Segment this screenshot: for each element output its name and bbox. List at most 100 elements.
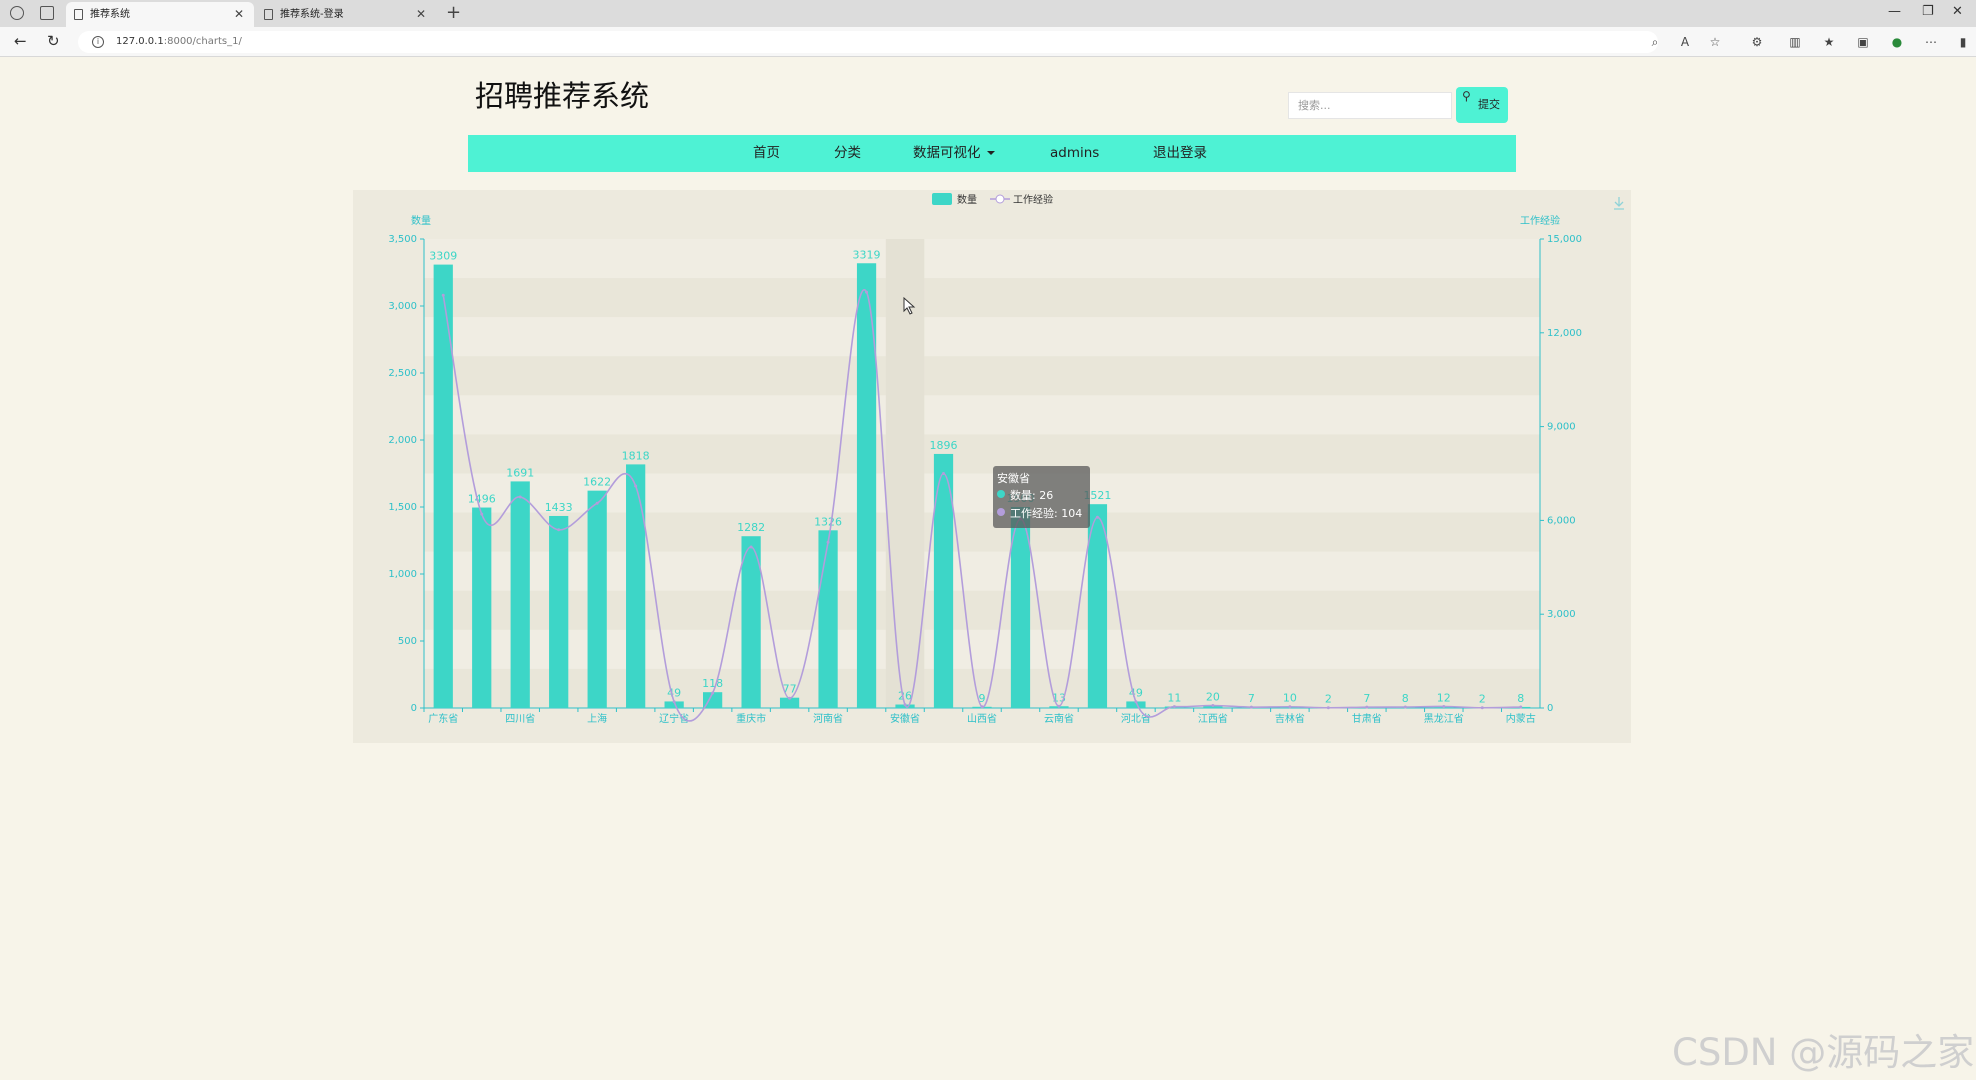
refresh-icon[interactable]: ↻ <box>47 32 60 50</box>
tab-title: 推荐系统-登录 <box>280 9 344 20</box>
y-left-tick-label: 2,500 <box>388 368 417 379</box>
line-point <box>1326 706 1330 710</box>
bar <box>626 464 646 708</box>
security-icon[interactable]: ● <box>1890 35 1904 49</box>
search-submit-button[interactable]: ⚲ 提交 <box>1456 87 1508 123</box>
nav-visualization[interactable]: 数据可视化 <box>913 135 995 172</box>
bar-value-label: 118 <box>702 677 723 690</box>
y-right-tick-label: 3,000 <box>1547 609 1576 620</box>
tooltip-line-marker <box>997 508 1005 516</box>
bar-value-label: 7 <box>1248 692 1255 705</box>
favorite-icon[interactable]: ☆ <box>1708 35 1722 49</box>
collections-icon[interactable]: ▣ <box>1856 35 1870 49</box>
read-aloud-icon[interactable]: A <box>1678 35 1692 49</box>
x-tick-label: 甘肃省 <box>1352 712 1382 725</box>
x-tick-label: 山西省 <box>967 712 997 725</box>
nav-visualization-label: 数据可视化 <box>913 145 981 161</box>
close-window-icon[interactable]: ✕ <box>1952 4 1963 19</box>
line-point <box>595 501 599 505</box>
tooltip-row: 数量: 26 <box>1010 489 1053 502</box>
bar-value-label: 1622 <box>583 476 611 489</box>
line-point <box>1365 705 1369 709</box>
line-point <box>480 512 484 516</box>
x-tick-label: 河北省 <box>1121 712 1151 725</box>
download-icon <box>1614 197 1624 210</box>
line-point <box>634 484 638 488</box>
nav-category[interactable]: 分类 <box>834 135 861 172</box>
bar-value-label: 3319 <box>853 248 881 261</box>
x-tick-label: 安徽省 <box>890 712 920 725</box>
bar-value-label: 8 <box>1517 692 1524 705</box>
split-screen-icon[interactable]: ▥ <box>1788 35 1802 49</box>
x-tick-label: 重庆市 <box>736 712 766 725</box>
bar-value-label: 1896 <box>930 439 958 452</box>
line-point <box>1057 704 1061 708</box>
nav-admins[interactable]: admins <box>1050 135 1099 172</box>
bar-value-label: 8 <box>1402 692 1409 705</box>
line-point <box>518 495 522 499</box>
y-axis-left-title: 数量 <box>411 214 431 227</box>
profile-icon[interactable] <box>10 6 24 20</box>
legend-bar-swatch <box>932 193 952 205</box>
extensions-icon[interactable]: ⚙ <box>1750 35 1764 49</box>
bar-value-label: 1691 <box>506 466 534 479</box>
chevron-down-icon <box>986 151 995 155</box>
sidebar-icon[interactable]: ▮ <box>1956 35 1970 49</box>
bar <box>818 530 838 708</box>
bar <box>549 515 569 708</box>
combo-chart: 数量 工作经验数量 工作经验05001,0001,5002,0002,5003,00… <box>388 193 1624 725</box>
line-point <box>672 700 676 704</box>
nav-home[interactable]: 首页 <box>753 135 780 172</box>
watermark: CSDN @源码之家 <box>1672 1031 1975 1074</box>
line-point <box>1480 706 1484 710</box>
bar-value-label: 49 <box>667 686 681 699</box>
url-field[interactable]: i 127.0.0.1:8000/charts_1/ <box>78 31 1658 53</box>
search-input[interactable]: 搜索... <box>1288 92 1452 119</box>
site-info-icon[interactable]: i <box>92 36 104 48</box>
favorites-list-icon[interactable]: ★ <box>1822 35 1836 49</box>
bar-value-label: 10 <box>1283 692 1297 705</box>
tab-actions-icon[interactable] <box>40 6 54 20</box>
mouse-cursor-icon <box>903 297 916 315</box>
new-tab-icon[interactable]: + <box>446 2 461 24</box>
line-point <box>557 528 561 532</box>
line-point <box>1249 705 1253 709</box>
close-tab-icon[interactable]: ✕ <box>234 2 244 27</box>
y-right-tick-label: 0 <box>1547 703 1553 714</box>
nav-logout[interactable]: 退出登录 <box>1153 135 1207 172</box>
minimize-icon[interactable]: — <box>1888 4 1901 19</box>
search-submit-label: 提交 <box>1478 98 1500 111</box>
line-point <box>903 703 907 707</box>
line-point <box>788 696 792 700</box>
zoom-icon[interactable]: ⌕ <box>1648 35 1662 49</box>
line-point <box>1288 705 1292 709</box>
bar-value-label: 26 <box>898 690 912 703</box>
close-tab-icon[interactable]: ✕ <box>416 2 426 27</box>
more-icon[interactable]: ⋯ <box>1924 35 1938 49</box>
tab-login[interactable]: 推荐系统-登录 ✕ <box>256 2 436 27</box>
restore-icon[interactable]: ❐ <box>1922 4 1934 19</box>
legend-line-marker <box>995 194 1005 204</box>
bar-value-label: 1496 <box>468 493 496 506</box>
bar-value-label: 12 <box>1437 691 1451 704</box>
line-point <box>1095 515 1099 519</box>
tab-title: 推荐系统 <box>90 9 130 20</box>
tooltip-title: 安徽省 <box>997 471 1030 485</box>
back-icon[interactable]: ← <box>14 32 27 50</box>
y-left-tick-label: 0 <box>411 703 417 714</box>
tab-recommend[interactable]: 推荐系统 ✕ <box>66 2 254 27</box>
tooltip-row: 工作经验: 104 <box>1010 506 1082 520</box>
line-point <box>749 545 753 549</box>
page-icon <box>264 9 273 20</box>
grid-band <box>424 356 1540 396</box>
grid-band <box>424 239 1540 279</box>
y-left-tick-label: 500 <box>398 636 417 647</box>
y-axis-right-title: 工作经验 <box>1520 214 1560 227</box>
grid-band <box>424 434 1540 474</box>
bar <box>433 264 453 708</box>
y-left-tick-label: 2,000 <box>388 435 417 446</box>
x-tick-label: 上海 <box>587 712 607 725</box>
x-tick-label: 河南省 <box>813 712 843 725</box>
legend-bar-label: 数量 <box>957 193 977 206</box>
x-tick-label: 四川省 <box>505 712 535 725</box>
